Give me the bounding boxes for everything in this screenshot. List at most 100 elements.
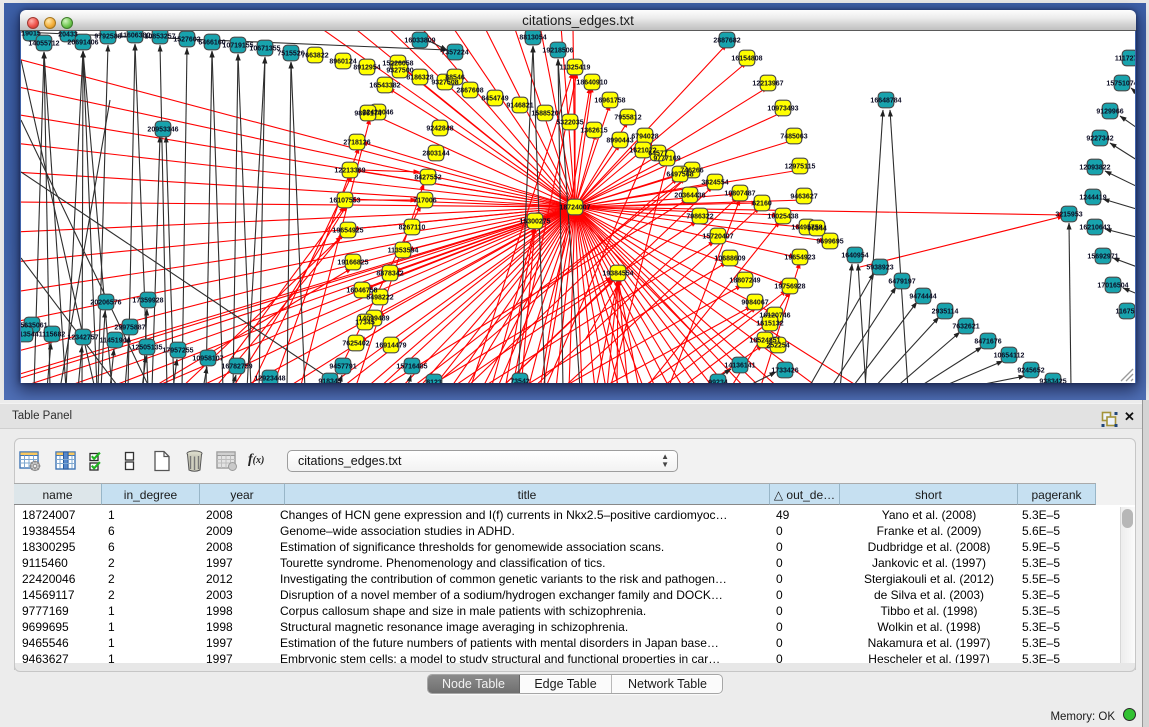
svg-text:10958107: 10958107 — [192, 356, 223, 363]
svg-text:17016504: 17016504 — [1097, 283, 1128, 290]
svg-text:14055712: 14055712 — [28, 41, 59, 48]
svg-text:7955812: 7955812 — [614, 115, 641, 122]
svg-text:5322035: 5322035 — [556, 120, 583, 127]
svg-text:9245652: 9245652 — [1017, 368, 1044, 375]
svg-text:6479197: 6479197 — [888, 279, 915, 286]
svg-text:7632621: 7632621 — [952, 324, 979, 331]
svg-text:19654923: 19654923 — [784, 255, 815, 262]
svg-text:16120746: 16120746 — [759, 313, 790, 320]
svg-text:12975115: 12975115 — [785, 164, 816, 171]
svg-text:8267110: 8267110 — [399, 225, 426, 232]
svg-text:88546: 88546 — [445, 75, 465, 82]
svg-text:10688609: 10688609 — [714, 256, 745, 263]
svg-text:14136141: 14136141 — [724, 363, 755, 370]
svg-text:15751074: 15751074 — [1106, 81, 1135, 88]
svg-text:9463627: 9463627 — [790, 194, 817, 201]
svg-text:9084067: 9084067 — [741, 300, 768, 307]
svg-text:10671355: 10671355 — [249, 46, 280, 53]
svg-text:73542: 73542 — [510, 379, 530, 383]
svg-text:2718126: 2718126 — [343, 140, 370, 147]
svg-text:7485063: 7485063 — [780, 134, 807, 141]
svg-text:19166825: 19166825 — [337, 260, 368, 267]
svg-text:5498222: 5498222 — [366, 295, 393, 302]
svg-text:1115682: 1115682 — [39, 332, 66, 339]
svg-text:16914479: 16914479 — [375, 343, 406, 350]
svg-text:8427552: 8427552 — [414, 175, 441, 182]
svg-text:7663822: 7663822 — [301, 53, 328, 60]
svg-text:10853257: 10853257 — [144, 34, 175, 41]
svg-text:15720407: 15720407 — [702, 234, 733, 241]
svg-text:20433: 20433 — [58, 32, 78, 39]
svg-text:1244419: 1244419 — [1079, 195, 1106, 202]
svg-text:16107553: 16107553 — [329, 198, 360, 205]
svg-text:8878342: 8878342 — [376, 271, 403, 278]
svg-text:7357224: 7357224 — [441, 50, 468, 57]
svg-text:18724007: 18724007 — [559, 205, 590, 212]
svg-text:16543382: 16543382 — [369, 83, 400, 90]
svg-text:9227342: 9227342 — [1086, 136, 1113, 143]
svg-text:1588520: 1588520 — [531, 111, 558, 118]
svg-text:16046758: 16046758 — [346, 288, 377, 295]
svg-text:18807249: 18807249 — [729, 278, 760, 285]
svg-text:9129966: 9129966 — [1096, 109, 1123, 116]
svg-text:20206576: 20206576 — [90, 300, 121, 307]
svg-text:11172782: 11172782 — [1115, 56, 1135, 63]
svg-text:8813054: 8813054 — [519, 35, 546, 42]
svg-text:7986322: 7986322 — [686, 214, 713, 221]
svg-text:11451944: 11451944 — [100, 338, 131, 345]
svg-text:12342757: 12342757 — [67, 335, 98, 342]
svg-text:99234: 99234 — [708, 380, 728, 383]
svg-text:20364436: 20364436 — [674, 193, 705, 200]
svg-text:12093822: 12093822 — [1079, 165, 1110, 172]
svg-text:9383425: 9383425 — [1039, 379, 1066, 383]
svg-text:7625402: 7625402 — [342, 341, 369, 348]
svg-text:20691406: 20691406 — [67, 40, 98, 47]
svg-text:16648784: 16648784 — [870, 98, 901, 105]
svg-text:9792588: 9792588 — [94, 34, 121, 41]
svg-text:19756928: 19756928 — [774, 284, 805, 291]
svg-text:17359928: 17359928 — [132, 298, 163, 305]
svg-text:16782759: 16782759 — [221, 364, 252, 371]
svg-text:3215953: 3215953 — [1055, 212, 1082, 219]
svg-text:717006: 717006 — [413, 198, 436, 205]
svg-text:3824554: 3824554 — [701, 180, 728, 187]
svg-text:8454749: 8454749 — [481, 96, 508, 103]
svg-text:9327500: 9327500 — [386, 68, 413, 75]
svg-text:9457791: 9457791 — [329, 364, 356, 371]
svg-text:6497568: 6497568 — [666, 172, 693, 179]
svg-text:25635061: 25635061 — [21, 323, 48, 330]
svg-text:17957255: 17957255 — [162, 348, 193, 355]
svg-text:12213967: 12213967 — [752, 81, 783, 88]
svg-text:11353594: 11353594 — [388, 248, 419, 255]
svg-text:2867608: 2867608 — [456, 88, 483, 95]
svg-text:8123: 8123 — [426, 380, 442, 383]
svg-text:9896174: 9896174 — [354, 111, 381, 118]
svg-text:10973493: 10973493 — [767, 106, 798, 113]
svg-text:12505135: 12505135 — [131, 345, 162, 352]
svg-text:15300275: 15300275 — [519, 219, 550, 226]
svg-text:9242848: 9242848 — [426, 126, 453, 133]
svg-text:12213369: 12213369 — [334, 168, 365, 175]
svg-text:11325419: 11325419 — [560, 65, 591, 72]
svg-text:16154808: 16154808 — [731, 56, 762, 63]
svg-text:17345: 17345 — [355, 320, 375, 327]
svg-text:2803144: 2803144 — [422, 151, 449, 158]
svg-text:10807487: 10807487 — [724, 191, 755, 198]
svg-text:5938923: 5938923 — [866, 265, 893, 272]
svg-text:2935114: 2935114 — [932, 309, 959, 316]
svg-text:16033809: 16033809 — [404, 38, 435, 45]
svg-text:12923448: 12923448 — [254, 376, 285, 383]
svg-text:10654112: 10654112 — [994, 353, 1025, 360]
svg-text:19218506: 19218506 — [542, 48, 573, 55]
svg-text:2887682: 2887682 — [713, 38, 740, 45]
svg-text:252254: 252254 — [766, 343, 789, 350]
svg-text:1640954: 1640954 — [841, 253, 868, 260]
svg-text:96844: 96844 — [807, 226, 827, 233]
svg-text:6794028: 6794028 — [631, 134, 658, 141]
svg-text:18640910: 18640910 — [576, 80, 607, 87]
svg-text:19384554: 19384554 — [602, 271, 633, 278]
svg-text:1527602: 1527602 — [173, 37, 200, 44]
svg-text:8990443: 8990443 — [606, 138, 633, 145]
svg-text:9699695: 9699695 — [816, 239, 843, 246]
svg-text:9146821: 9146821 — [506, 103, 533, 110]
